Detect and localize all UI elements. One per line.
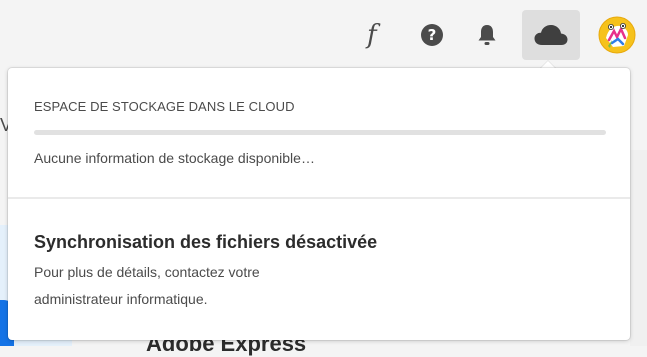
- user-avatar-icon: [598, 16, 636, 54]
- sync-message-line-2: administrateur informatique.: [34, 291, 208, 307]
- user-avatar-button[interactable]: [596, 14, 638, 56]
- cloud-storage-icon: [534, 25, 568, 45]
- background-panel-edge: [630, 150, 647, 346]
- notifications-button[interactable]: [467, 12, 507, 58]
- help-button[interactable]: ?: [412, 12, 452, 58]
- cloud-storage-popover: ESPACE DE STOCKAGE DANS LE CLOUD Aucune …: [8, 68, 630, 340]
- help-icon: ?: [421, 24, 443, 46]
- sync-message-line-1: Pour plus de détails, contactez votre: [34, 264, 260, 280]
- storage-usage-bar: [34, 130, 606, 135]
- cloud-storage-button[interactable]: [522, 10, 580, 60]
- storage-status-text: Aucune information de stockage disponibl…: [34, 150, 315, 166]
- fonts-button[interactable]: f: [355, 12, 395, 58]
- storage-section-heading: ESPACE DE STOCKAGE DANS LE CLOUD: [34, 99, 295, 114]
- svg-text:f: f: [365, 21, 381, 49]
- notifications-bell-icon: [478, 25, 496, 45]
- app-header: f ?: [0, 0, 647, 68]
- svg-text:?: ?: [428, 26, 437, 44]
- popover-divider: [8, 197, 630, 199]
- sync-status-title: Synchronisation des fichiers désactivée: [34, 232, 378, 252]
- fonts-icon: f: [365, 21, 381, 49]
